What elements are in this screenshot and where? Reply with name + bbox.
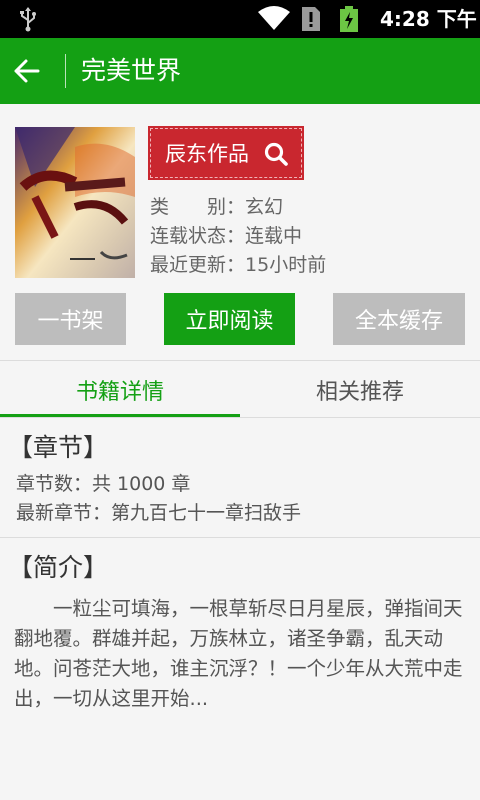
status-value: 连载中 bbox=[245, 225, 303, 247]
usb-icon bbox=[20, 7, 36, 32]
back-arrow-icon[interactable] bbox=[12, 56, 42, 86]
status-label: 连载状态： bbox=[150, 225, 246, 247]
page-title: 完美世界 bbox=[81, 56, 182, 85]
author-works-label: 辰东作品 bbox=[165, 142, 249, 166]
status-bar: 4:28 下午 bbox=[0, 0, 480, 38]
book-cover-image[interactable] bbox=[15, 127, 135, 278]
updated-value: 15小时前 bbox=[245, 254, 327, 276]
warning-icon bbox=[302, 7, 320, 31]
status-time: 4:28 下午 bbox=[380, 7, 477, 31]
read-now-button[interactable]: 立即阅读 bbox=[164, 293, 295, 345]
divider bbox=[0, 417, 480, 418]
tab-related-recommendations[interactable]: 相关推荐 bbox=[240, 362, 480, 418]
search-icon bbox=[264, 142, 288, 166]
category-value: 玄幻 bbox=[245, 196, 284, 218]
app-bar: 完美世界 bbox=[0, 38, 480, 104]
chapters-heading: 【章节】 bbox=[8, 433, 109, 462]
updated-label: 最近更新： bbox=[150, 254, 246, 276]
intro-heading: 【简介】 bbox=[8, 553, 109, 582]
add-to-shelf-button[interactable]: 一书架 bbox=[15, 293, 126, 345]
battery-charging-icon bbox=[340, 6, 358, 32]
category-row: 类 别：玄幻 bbox=[150, 193, 283, 221]
wifi-icon bbox=[258, 6, 290, 30]
latest-chapter[interactable]: 最新章节：第九百七十一章扫敌手 bbox=[16, 498, 301, 525]
intro-text: 一粒尘可填海，一根草斩尽日月星辰，弹指间天翻地覆。群雄并起，万族林立，诸圣争霸，… bbox=[14, 597, 463, 710]
tab-book-details[interactable]: 书籍详情 bbox=[0, 362, 240, 418]
divider bbox=[0, 360, 480, 361]
cache-all-button[interactable]: 全本缓存 bbox=[333, 293, 465, 345]
chapter-count: 章节数：共 1000 章 bbox=[16, 473, 191, 495]
author-works-button[interactable]: 辰东作品 bbox=[148, 126, 304, 180]
appbar-divider bbox=[65, 54, 66, 88]
divider bbox=[0, 537, 480, 538]
category-label: 类 别： bbox=[150, 196, 246, 218]
updated-row: 最近更新：15小时前 bbox=[150, 251, 326, 279]
status-row: 连载状态：连载中 bbox=[150, 222, 302, 250]
